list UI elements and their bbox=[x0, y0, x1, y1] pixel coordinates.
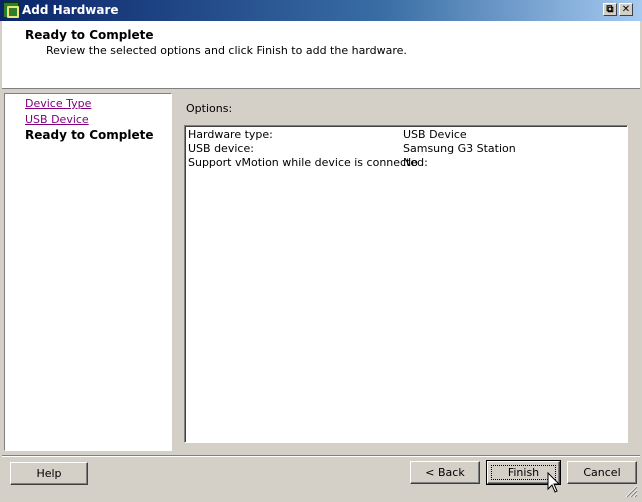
option-value: USB Device bbox=[403, 128, 467, 141]
restore-icon[interactable]: ⧉ bbox=[603, 3, 617, 16]
app-icon bbox=[3, 2, 19, 18]
nav-step-usb-device[interactable]: USB Device bbox=[25, 113, 89, 126]
nav-step-device-type[interactable]: Device Type bbox=[25, 97, 91, 110]
cancel-button[interactable]: Cancel bbox=[567, 461, 637, 484]
nav-step-ready-to-complete: Ready to Complete bbox=[25, 128, 154, 142]
finish-button-label: Finish bbox=[507, 466, 540, 479]
mouse-cursor-icon bbox=[547, 472, 561, 493]
options-label: Options: bbox=[186, 102, 233, 115]
option-value: Samsung G3 Station bbox=[403, 142, 516, 155]
option-label: USB device: bbox=[188, 142, 254, 155]
help-button[interactable]: Help bbox=[10, 462, 88, 485]
page-description: Review the selected options and click Fi… bbox=[46, 44, 407, 57]
window-title: Add Hardware bbox=[22, 3, 119, 17]
title-bar: Add Hardware ⧉ ✕ bbox=[0, 0, 642, 21]
option-label: Support vMotion while device is connecte… bbox=[188, 156, 428, 169]
option-label: Hardware type: bbox=[188, 128, 273, 141]
resize-grip-icon[interactable] bbox=[624, 484, 638, 498]
back-button[interactable]: < Back bbox=[410, 461, 480, 484]
option-row: Hardware type: USB Device bbox=[185, 128, 627, 142]
close-icon[interactable]: ✕ bbox=[619, 3, 633, 16]
option-row: USB device: Samsung G3 Station bbox=[185, 142, 627, 156]
page-title: Ready to Complete bbox=[25, 28, 154, 42]
options-summary-box: Hardware type: USB Device USB device: Sa… bbox=[184, 125, 628, 443]
option-value: No bbox=[403, 156, 418, 169]
footer-divider bbox=[2, 455, 640, 457]
wizard-steps-nav: Device Type USB Device Ready to Complete bbox=[4, 93, 172, 451]
wizard-header: Ready to Complete Review the selected op… bbox=[2, 21, 640, 89]
option-row: Support vMotion while device is connecte… bbox=[185, 156, 627, 170]
